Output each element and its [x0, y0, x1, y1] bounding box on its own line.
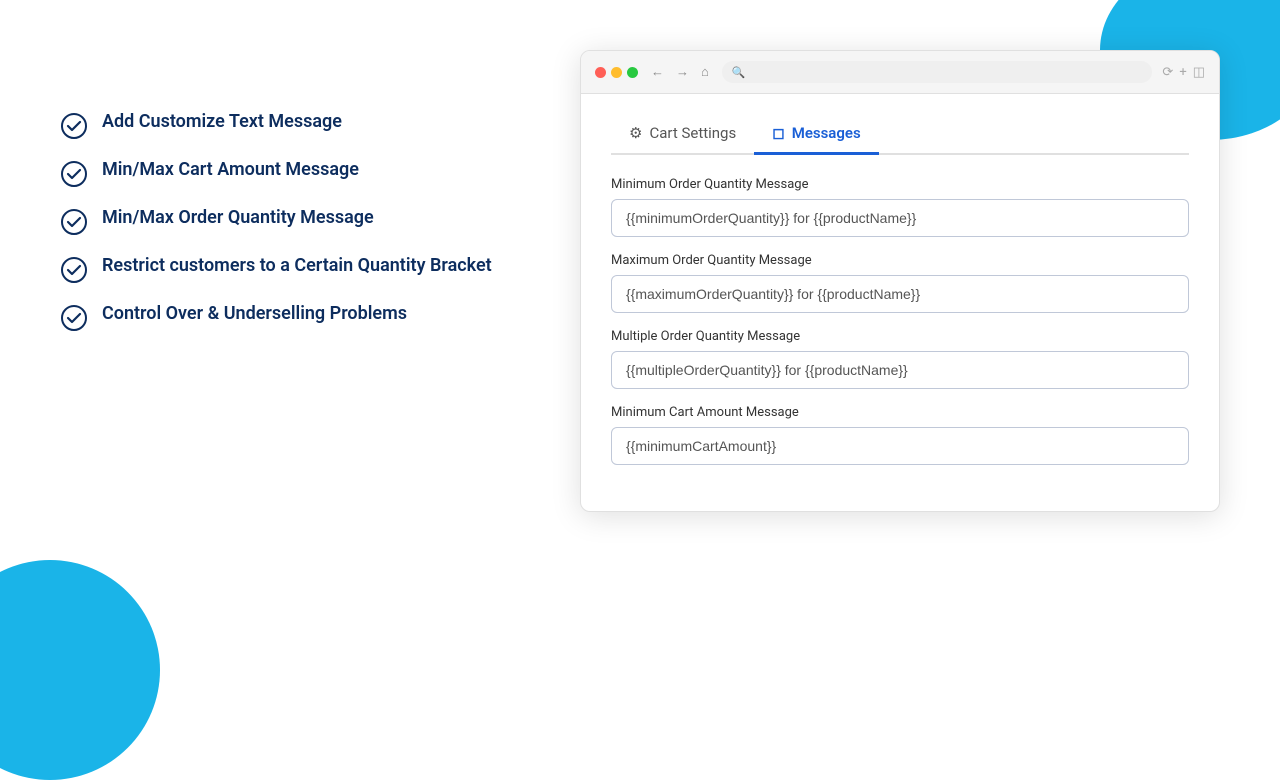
browser-body: ⚙ Cart Settings ◻ Messages Minimum Order…	[581, 94, 1219, 511]
check-circle-icon	[60, 208, 88, 236]
feature-item: Control Over & Underselling Problems	[60, 302, 520, 332]
home-icon[interactable]: ⌂	[698, 62, 712, 82]
tab-cart-settings-label: Cart Settings	[649, 124, 736, 142]
field-group-min-order-qty: Minimum Order Quantity Message	[611, 177, 1189, 237]
add-tab-icon[interactable]: +	[1179, 65, 1186, 80]
browser-window: ← → ⌂ 🔍 ⟳ + ◫ ⚙ Car	[580, 50, 1220, 512]
feature-item: Restrict customers to a Certain Quantity…	[60, 254, 520, 284]
feature-label: Control Over & Underselling Problems	[102, 302, 407, 326]
forward-icon[interactable]: →	[673, 62, 692, 82]
field-input-multiple-order-qty[interactable]	[611, 351, 1189, 389]
right-panel: ← → ⌂ 🔍 ⟳ + ◫ ⚙ Car	[580, 50, 1220, 512]
dot-red[interactable]	[595, 67, 606, 78]
field-label-multiple-order-qty: Multiple Order Quantity Message	[611, 329, 1189, 344]
field-group-min-cart-amount: Minimum Cart Amount Message	[611, 405, 1189, 465]
left-panel: Add Customize Text Message Min/Max Cart …	[60, 50, 520, 332]
field-label-max-order-qty: Maximum Order Quantity Message	[611, 253, 1189, 268]
feature-item: Add Customize Text Message	[60, 110, 520, 140]
feature-item: Min/Max Cart Amount Message	[60, 158, 520, 188]
field-label-min-order-qty: Minimum Order Quantity Message	[611, 177, 1189, 192]
dot-yellow[interactable]	[611, 67, 622, 78]
tabs: ⚙ Cart Settings ◻ Messages	[611, 114, 1189, 155]
tab-messages-label: Messages	[792, 124, 861, 142]
field-group-multiple-order-qty: Multiple Order Quantity Message	[611, 329, 1189, 389]
browser-nav: ← → ⌂	[648, 62, 712, 82]
tab-messages[interactable]: ◻ Messages	[754, 114, 878, 155]
field-input-min-order-qty[interactable]	[611, 199, 1189, 237]
browser-address-bar[interactable]: 🔍	[722, 61, 1153, 83]
menu-icon[interactable]: ◫	[1193, 65, 1205, 80]
check-circle-icon	[60, 160, 88, 188]
tab-cart-settings[interactable]: ⚙ Cart Settings	[611, 114, 754, 155]
browser-dots	[595, 67, 638, 78]
feature-list: Add Customize Text Message Min/Max Cart …	[60, 110, 520, 332]
check-circle-icon	[60, 256, 88, 284]
fields-container: Minimum Order Quantity Message Maximum Or…	[611, 177, 1189, 465]
feature-label: Restrict customers to a Certain Quantity…	[102, 254, 492, 278]
dot-green[interactable]	[627, 67, 638, 78]
settings-icon: ⚙	[629, 124, 642, 142]
search-icon: 🔍	[732, 66, 746, 79]
browser-chrome: ← → ⌂ 🔍 ⟳ + ◫	[581, 51, 1219, 94]
back-icon[interactable]: ←	[648, 62, 667, 82]
field-input-max-order-qty[interactable]	[611, 275, 1189, 313]
messages-icon: ◻	[772, 124, 784, 142]
field-input-min-cart-amount[interactable]	[611, 427, 1189, 465]
check-circle-icon	[60, 112, 88, 140]
feature-label: Min/Max Order Quantity Message	[102, 206, 374, 230]
feature-item: Min/Max Order Quantity Message	[60, 206, 520, 236]
feature-label: Add Customize Text Message	[102, 110, 342, 134]
field-group-max-order-qty: Maximum Order Quantity Message	[611, 253, 1189, 313]
feature-label: Min/Max Cart Amount Message	[102, 158, 359, 182]
browser-actions: ⟳ + ◫	[1162, 65, 1205, 80]
check-circle-icon	[60, 304, 88, 332]
refresh-icon[interactable]: ⟳	[1162, 65, 1173, 80]
field-label-min-cart-amount: Minimum Cart Amount Message	[611, 405, 1189, 420]
